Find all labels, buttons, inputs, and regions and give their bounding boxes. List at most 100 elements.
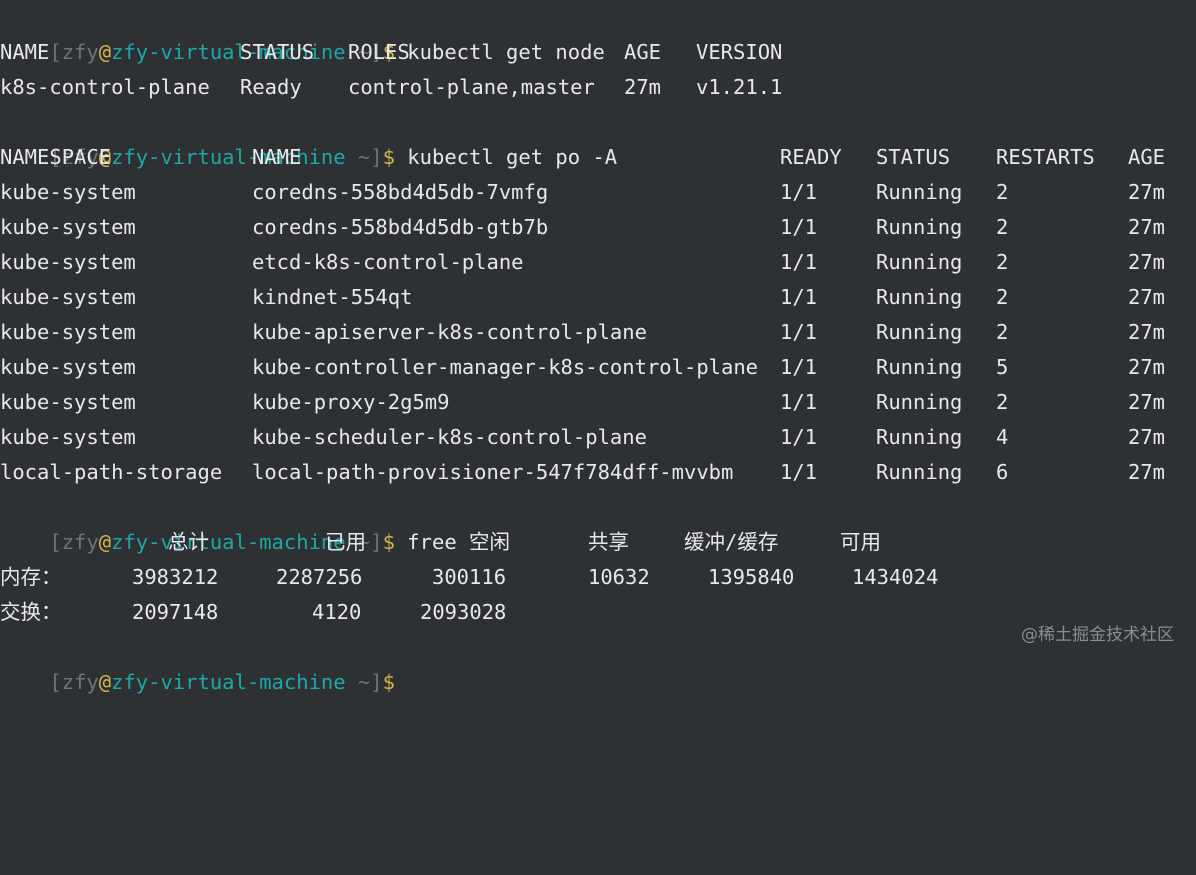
prompt-open-bracket: [ [49,40,62,64]
pod-namespace: kube-system [0,180,136,204]
pod-restarts: 2 [996,285,1009,309]
pod-restarts: 2 [996,215,1009,239]
free-row-label: 内存： [0,565,62,589]
pod-namespace: kube-system [0,215,136,239]
pod-name: etcd-k8s-control-plane [252,250,524,274]
prompt-host: zfy-virtual-machine [111,530,346,554]
node-table-row: k8s-control-plane Ready control-plane,ma… [0,70,782,105]
prompt-close-bracket: ] [370,530,383,554]
command-text: kubectl get po -A [394,145,618,169]
prompt-host: zfy-virtual-machine [111,670,346,694]
free-row-label: 交换： [0,600,62,624]
pod-age: 27m [1128,425,1166,449]
free-mem-used: 2287256 [276,565,363,589]
free-header-shared: 共享 [588,530,629,554]
pod-namespace: kube-system [0,355,136,379]
prompt-close-bracket: ] [370,670,383,694]
prompt-dollar: $ [382,145,395,169]
watermark: @稀土掘金技术社区 [1021,625,1174,645]
pod-header-ready: READY [780,145,842,169]
pod-ready: 1/1 [780,425,818,449]
command-text: free [394,530,457,554]
pod-namespace: kube-system [0,285,136,309]
pod-age: 27m [1128,215,1166,239]
free-swap-total: 2097148 [132,600,219,624]
free-header-buff-cache: 缓冲/缓存 [684,530,779,554]
node-name: k8s-control-plane [0,75,210,99]
pod-header-restarts: RESTARTS [996,145,1095,169]
pod-age: 27m [1128,285,1166,309]
free-mem-buff-cache: 1395840 [708,565,795,589]
prompt-line-4[interactable]: [zfy@zfy-virtual-machine ~]$ [0,630,405,694]
prompt-line-1: [zfy@zfy-virtual-machine ~]$ kubectl get… [0,0,604,64]
prompt-user: zfy [61,40,99,64]
free-swap-free: 2093028 [420,600,507,624]
pod-age: 27m [1128,250,1166,274]
pod-ready: 1/1 [780,215,818,239]
prompt-line-3: [zfy@zfy-virtual-machine ~]$ free [0,490,456,554]
prompt-path: ~ [345,670,371,694]
prompt-host: zfy-virtual-machine [111,145,346,169]
pod-namespace: kube-system [0,250,136,274]
pod-namespace: kube-system [0,425,136,449]
pod-namespace: kube-system [0,320,136,344]
pod-ready: 1/1 [780,320,818,344]
prompt-open-bracket: [ [49,530,62,554]
prompt-open-bracket: [ [49,670,62,694]
terminal-window[interactable]: [zfy@zfy-virtual-machine ~]$ kubectl get… [0,0,1196,694]
node-roles: control-plane,master [348,75,595,99]
pod-ready: 1/1 [780,180,818,204]
pod-header-status: STATUS [876,145,951,169]
pod-ready: 1/1 [780,250,818,274]
pod-restarts: 2 [996,320,1009,344]
pod-table-row: kube-system coredns-558bd4d5db-7vmfg 1/1… [0,175,1165,210]
prompt-line-2: [zfy@zfy-virtual-machine ~]$ kubectl get… [0,105,617,169]
free-swap-used: 4120 [312,600,362,624]
prompt-at: @ [98,530,112,554]
pod-name: coredns-558bd4d5db-gtb7b [252,215,549,239]
pod-status: Running [876,425,963,449]
node-table-header: NAME STATUS ROLES AGE VERSION [0,35,782,70]
pod-header-name: NAME [252,145,302,169]
pod-table-row: kube-system kindnet-554qt 1/1 Running 2 … [0,280,1165,315]
pod-status: Running [876,355,963,379]
pod-name: kube-scheduler-k8s-control-plane [252,425,647,449]
free-mem-free: 300116 [432,565,507,589]
free-table-header: 总计 已用 空闲 共享 缓冲/缓存 可用 [0,525,881,560]
pod-namespace: local-path-storage [0,460,223,484]
free-mem-total: 3983212 [132,565,219,589]
command-text: kubectl get node [394,40,605,64]
pod-restarts: 4 [996,425,1009,449]
pod-table-row: kube-system kube-apiserver-k8s-control-p… [0,315,1165,350]
pod-status: Running [876,285,963,309]
pod-status: Running [876,180,963,204]
pod-status: Running [876,250,963,274]
pod-status: Running [876,390,963,414]
pod-table-row: kube-system etcd-k8s-control-plane 1/1 R… [0,245,1165,280]
prompt-user: zfy [61,530,99,554]
pod-restarts: 6 [996,460,1009,484]
pod-table-row: kube-system kube-proxy-2g5m9 1/1 Running… [0,385,1165,420]
pod-name: kube-controller-manager-k8s-control-plan… [252,355,759,379]
pod-age: 27m [1128,320,1166,344]
pod-ready: 1/1 [780,390,818,414]
pod-age: 27m [1128,460,1166,484]
pod-ready: 1/1 [780,460,818,484]
pod-status: Running [876,215,963,239]
pod-table-row: kube-system kube-scheduler-k8s-control-p… [0,420,1165,455]
pod-restarts: 2 [996,250,1009,274]
free-header-used: 已用 [325,530,366,554]
free-mem-shared: 10632 [588,565,650,589]
pod-restarts: 5 [996,355,1009,379]
node-header-age: AGE [624,40,662,64]
prompt-path: ~ [345,145,371,169]
node-header-name: NAME [0,40,50,64]
pod-namespace: kube-system [0,390,136,414]
prompt-user: zfy [61,670,99,694]
pod-ready: 1/1 [780,355,818,379]
pod-name: kindnet-554qt [252,285,413,309]
prompt-dollar: $ [382,530,395,554]
free-header-free: 空闲 [469,530,510,554]
pod-name: kube-apiserver-k8s-control-plane [252,320,647,344]
pod-age: 27m [1128,390,1166,414]
